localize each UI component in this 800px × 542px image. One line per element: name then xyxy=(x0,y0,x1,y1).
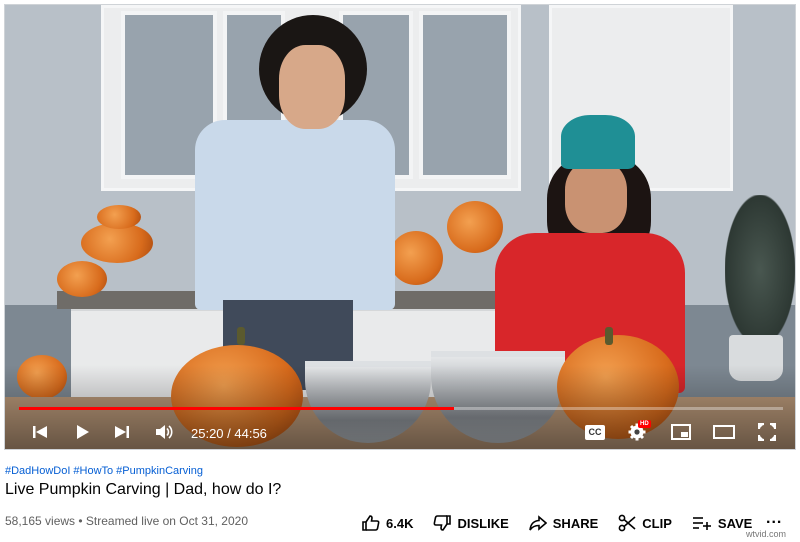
progress-bar[interactable] xyxy=(19,407,783,410)
like-count: 6.4K xyxy=(386,515,414,531)
save-button[interactable]: SAVE xyxy=(692,515,752,531)
next-icon xyxy=(115,426,129,438)
next-button[interactable] xyxy=(111,421,133,443)
progress-fill xyxy=(19,407,455,410)
clip-button[interactable]: CLIP xyxy=(618,514,672,532)
volume-icon xyxy=(156,425,173,439)
player-controls: 25:20 / 44:56 CC HD xyxy=(5,415,795,449)
volume-button[interactable] xyxy=(153,421,175,443)
hashtag-link[interactable]: #PumpkinCarving xyxy=(116,465,203,477)
time-display: 25:20 / 44:56 xyxy=(191,426,267,441)
prev-icon xyxy=(33,426,47,438)
watermark: wtvid.com xyxy=(746,529,787,539)
fullscreen-button[interactable] xyxy=(755,421,779,443)
like-button[interactable]: 6.4K xyxy=(362,514,413,532)
video-title: Live Pumpkin Carving | Dad, how do I? xyxy=(5,481,282,498)
play-button[interactable] xyxy=(71,421,93,443)
settings-button[interactable]: HD xyxy=(625,420,651,443)
hashtag-link[interactable]: #DadHowDoI xyxy=(5,465,70,477)
hd-badge: HD xyxy=(638,420,651,428)
share-label: SHARE xyxy=(552,515,599,531)
video-meta: 58,165 views • Streamed live on Oct 31, … xyxy=(5,514,249,528)
hashtag-list: #DadHowDoI #HowTo #PumpkinCarving xyxy=(5,465,206,477)
dislike-button[interactable]: DISLIKE xyxy=(433,514,509,532)
previous-button[interactable] xyxy=(29,421,51,443)
clip-label: CLIP xyxy=(642,515,672,531)
video-player[interactable]: 25:20 / 44:56 CC HD xyxy=(4,4,796,450)
thumbs-up-icon xyxy=(362,515,380,531)
dislike-label: DISLIKE xyxy=(457,515,509,531)
more-actions-button[interactable]: ... xyxy=(766,510,782,528)
playlist-add-icon xyxy=(692,517,711,530)
miniplayer-icon xyxy=(671,424,691,440)
theater-mode-button[interactable] xyxy=(711,421,737,443)
fullscreen-icon xyxy=(758,423,776,441)
miniplayer-button[interactable] xyxy=(669,421,693,443)
scissors-icon xyxy=(618,514,636,532)
cc-icon: CC xyxy=(585,424,605,440)
play-icon xyxy=(77,425,89,439)
captions-button[interactable]: CC xyxy=(583,421,607,443)
theater-icon xyxy=(713,425,735,439)
share-icon xyxy=(528,515,547,531)
action-bar: 6.4K DISLIKE SHARE CLIP SAVE xyxy=(362,512,772,534)
share-button[interactable]: SHARE xyxy=(528,514,599,532)
thumbs-down-icon xyxy=(434,515,452,531)
hashtag-link[interactable]: #HowTo xyxy=(73,465,113,477)
video-frame xyxy=(5,5,795,449)
